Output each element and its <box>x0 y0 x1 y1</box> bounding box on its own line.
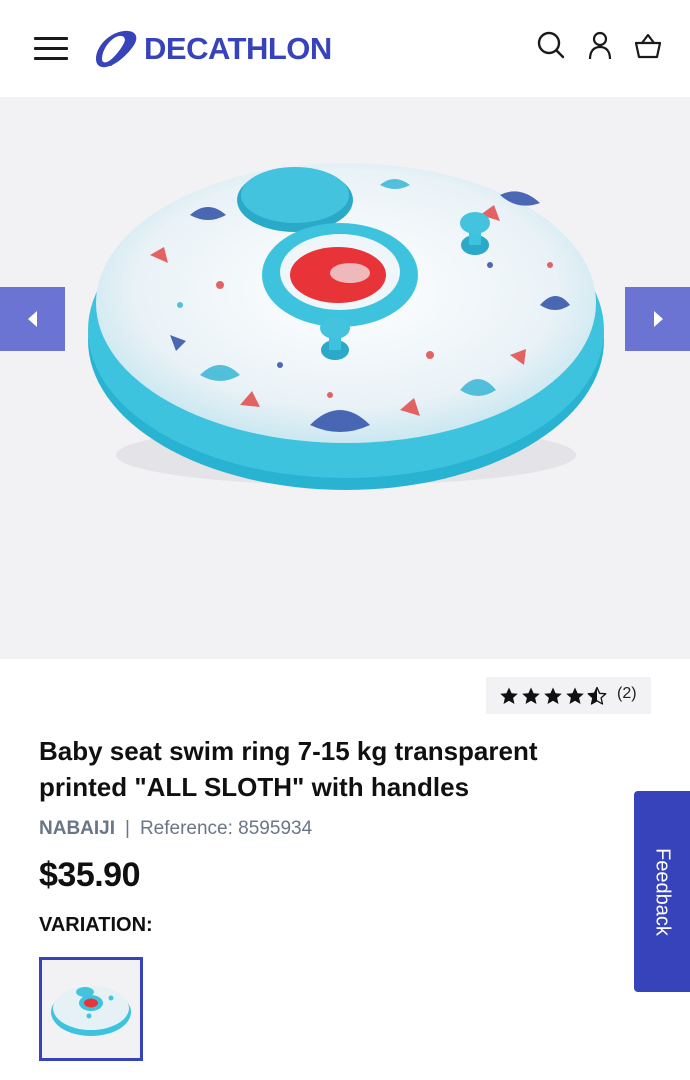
product-title: Baby seat swim ring 7-15 kg transparent … <box>39 736 538 802</box>
hamburger-menu-icon[interactable] <box>34 34 70 62</box>
variation-thumbnail[interactable] <box>39 957 143 1061</box>
feedback-label: Feedback <box>651 847 674 936</box>
cart-icon[interactable] <box>632 30 664 62</box>
star-full-icon <box>566 687 584 704</box>
decathlon-logo-mark <box>96 30 137 68</box>
star-full-icon <box>544 687 562 704</box>
star-full-icon <box>522 687 540 704</box>
variation-thumbnail-image <box>51 986 131 1036</box>
product-price: $35.90 <box>39 856 141 894</box>
rating-stars <box>499 686 607 706</box>
star-half-icon <box>587 686 607 705</box>
chevron-right-icon <box>653 311 663 327</box>
variation-label: VARIATION: <box>39 914 153 936</box>
product-reference: Reference: 8595934 <box>139 818 313 839</box>
logo-text: DECATHLON <box>144 31 332 66</box>
search-icon[interactable] <box>535 30 567 62</box>
brand-link[interactable]: NABAIJI <box>39 818 115 840</box>
feedback-tab[interactable]: Feedback <box>634 791 690 992</box>
product-rating[interactable]: (2) <box>486 677 651 714</box>
product-image[interactable] <box>80 125 610 495</box>
product-meta: NABAIJI | Reference: 8595934 <box>39 818 312 840</box>
account-icon[interactable] <box>584 30 616 62</box>
decathlon-logo[interactable]: DECATHLON <box>94 28 332 70</box>
chevron-left-icon <box>27 311 37 327</box>
product-gallery <box>0 97 690 659</box>
gallery-next-button[interactable] <box>625 287 690 351</box>
meta-separator: | <box>125 818 130 839</box>
gallery-prev-button[interactable] <box>0 287 65 351</box>
rating-count: (2) <box>617 684 637 702</box>
star-full-icon <box>500 687 518 704</box>
site-header: DECATHLON <box>0 0 690 97</box>
